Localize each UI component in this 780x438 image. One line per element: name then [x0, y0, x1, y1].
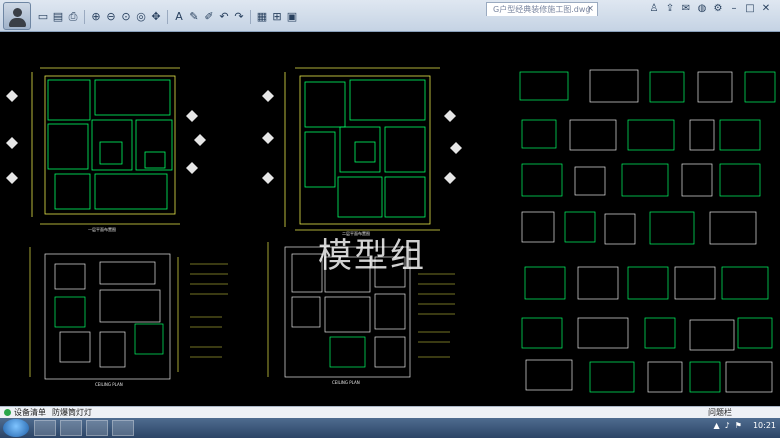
grid-icon[interactable]: ▣ — [285, 10, 299, 24]
status-item-1[interactable]: 设备清单 — [14, 407, 46, 418]
toolbar-separator — [84, 10, 85, 24]
maximize-icon[interactable]: □ — [744, 2, 756, 16]
settings-icon[interactable]: ⚙ — [712, 2, 724, 16]
toolbar-separator — [250, 10, 251, 24]
close-icon[interactable]: ✕ — [760, 2, 772, 16]
layer-icon[interactable]: ▦ — [255, 10, 269, 24]
clock[interactable]: 10:21 — [753, 421, 776, 430]
globe-icon[interactable]: ◍ — [696, 2, 708, 16]
plan-second-floor — [284, 67, 440, 231]
title-bar: ▭ ▤ ⎙ ⊕ ⊖ ⊙ ◎ ✥ A ✎ ✐ ↶ ↷ ▦ ⊞ ▣ G户型经典装修施… — [0, 0, 780, 32]
plan-title-4: CEILING PLAN — [332, 380, 360, 385]
status-right-item[interactable]: 问题栏 — [708, 407, 732, 418]
undo-icon[interactable]: ↶ — [217, 10, 231, 24]
zoom-window-icon[interactable]: ⊙ — [119, 10, 133, 24]
toolbar: ▭ ▤ ⎙ ⊕ ⊖ ⊙ ◎ ✥ A ✎ ✐ ↶ ↷ ▦ ⊞ ▣ — [36, 9, 299, 25]
measure-icon[interactable]: ⊞ — [270, 10, 284, 24]
zoom-in-icon[interactable]: ⊕ — [89, 10, 103, 24]
pan-icon[interactable]: ✥ — [149, 10, 163, 24]
taskbar-app-2[interactable] — [60, 420, 82, 436]
close-tab-icon[interactable]: × — [586, 3, 594, 16]
zoom-extents-icon[interactable]: ◎ — [134, 10, 148, 24]
watermark-text: 模型组 — [318, 236, 426, 276]
chat-icon[interactable]: ✉ — [680, 2, 692, 16]
ceiling-plan-1 — [29, 247, 179, 380]
file-tab[interactable]: G户型经典装修施工图.dwg × — [486, 2, 598, 16]
ceiling-legend-1 — [190, 263, 228, 358]
status-item-2[interactable]: 防爆筒灯灯 — [52, 407, 92, 418]
zoom-out-icon[interactable]: ⊖ — [104, 10, 118, 24]
tray-network-icon[interactable]: ▲ — [714, 421, 720, 430]
window-controls: ♙ ⇪ ✉ ◍ ⚙ – □ ✕ — [648, 2, 772, 16]
taskbar-app-4[interactable] — [112, 420, 134, 436]
system-tray: ▲ ♪ ⚑ 10:21 — [714, 421, 777, 430]
file-tab-title: G户型经典装修施工图.dwg — [493, 5, 591, 14]
pen-icon[interactable]: ✎ — [187, 10, 201, 24]
open-icon[interactable]: ▭ — [36, 10, 50, 24]
tray-volume-icon[interactable]: ♪ — [725, 421, 730, 430]
elevation-sheets — [519, 69, 776, 393]
taskbar-app-3[interactable] — [86, 420, 108, 436]
ceiling-legend-2 — [418, 273, 455, 358]
drawing-canvas[interactable]: 一层平面布置图 二层平面布置图 CEILING PLAN CEILING PLA… — [0, 32, 780, 406]
section-markers-mid — [262, 90, 462, 184]
pencil-icon[interactable]: ✐ — [202, 10, 216, 24]
save-icon[interactable]: ▤ — [51, 10, 65, 24]
toolbar-separator — [167, 10, 168, 24]
minimize-icon[interactable]: – — [728, 2, 740, 16]
print-icon[interactable]: ⎙ — [66, 10, 80, 24]
status-bar: 设备清单 防爆筒灯灯 问题栏 — [0, 406, 780, 418]
share-icon[interactable]: ⇪ — [664, 2, 676, 16]
plan-first-floor — [31, 67, 180, 225]
tray-flag-icon[interactable]: ⚑ — [735, 421, 742, 430]
taskbar-app-1[interactable] — [34, 420, 56, 436]
text-icon[interactable]: A — [172, 10, 186, 24]
start-button[interactable] — [3, 419, 29, 437]
taskbar: ▲ ♪ ⚑ 10:21 — [0, 418, 780, 438]
plan-title-1: 一层平面布置图 — [88, 226, 116, 232]
status-indicator-icon — [4, 409, 11, 416]
plan-title-3: CEILING PLAN — [95, 382, 123, 387]
cad-drawing: 一层平面布置图 二层平面布置图 CEILING PLAN CEILING PLA… — [6, 67, 776, 393]
user-avatar-icon[interactable] — [3, 2, 31, 30]
users-icon[interactable]: ♙ — [648, 2, 660, 16]
redo-icon[interactable]: ↷ — [232, 10, 246, 24]
